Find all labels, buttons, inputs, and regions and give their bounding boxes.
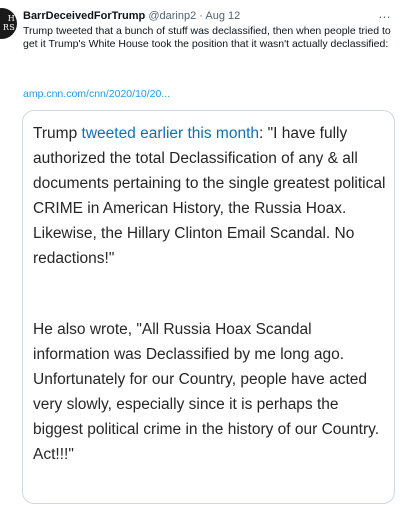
separator-dot: · <box>199 10 203 22</box>
more-options-icon[interactable]: … <box>378 6 392 21</box>
article-link[interactable]: amp.cnn.com/cnn/2020/10/20... <box>23 88 170 101</box>
quote-paragraph-2: He also wrote, "All Russia Hoax Scandal … <box>33 321 380 463</box>
tweet-date[interactable]: Aug 12 <box>205 10 240 22</box>
quote-paragraph-1: Trump tweeted earlier this month: "I hav… <box>33 121 388 271</box>
tweet-header: BarrDeceivedForTrump @darinp2 · Aug 12 <box>23 10 240 23</box>
tweet-text: Trump tweeted that a bunch of stuff was … <box>23 25 391 50</box>
quote-paragraph-1-suffix: : "I have fully authorized the total Dec… <box>33 125 386 267</box>
tweet[interactable]: H RS BarrDeceivedForTrump @darinp2 · Aug… <box>0 0 401 514</box>
avatar[interactable]: H RS <box>0 8 17 39</box>
avatar-text-line-1: H <box>7 14 15 23</box>
quote-paragraph-1-prefix: Trump <box>33 125 82 142</box>
quoted-article-card[interactable]: Trump tweeted earlier this month: "I hav… <box>22 110 395 504</box>
tweeted-earlier-link[interactable]: tweeted earlier this month <box>82 125 259 142</box>
avatar-text-line-2: RS <box>2 23 15 32</box>
author-name[interactable]: BarrDeceivedForTrump <box>23 10 145 22</box>
author-handle[interactable]: @darinp2 <box>148 10 196 22</box>
